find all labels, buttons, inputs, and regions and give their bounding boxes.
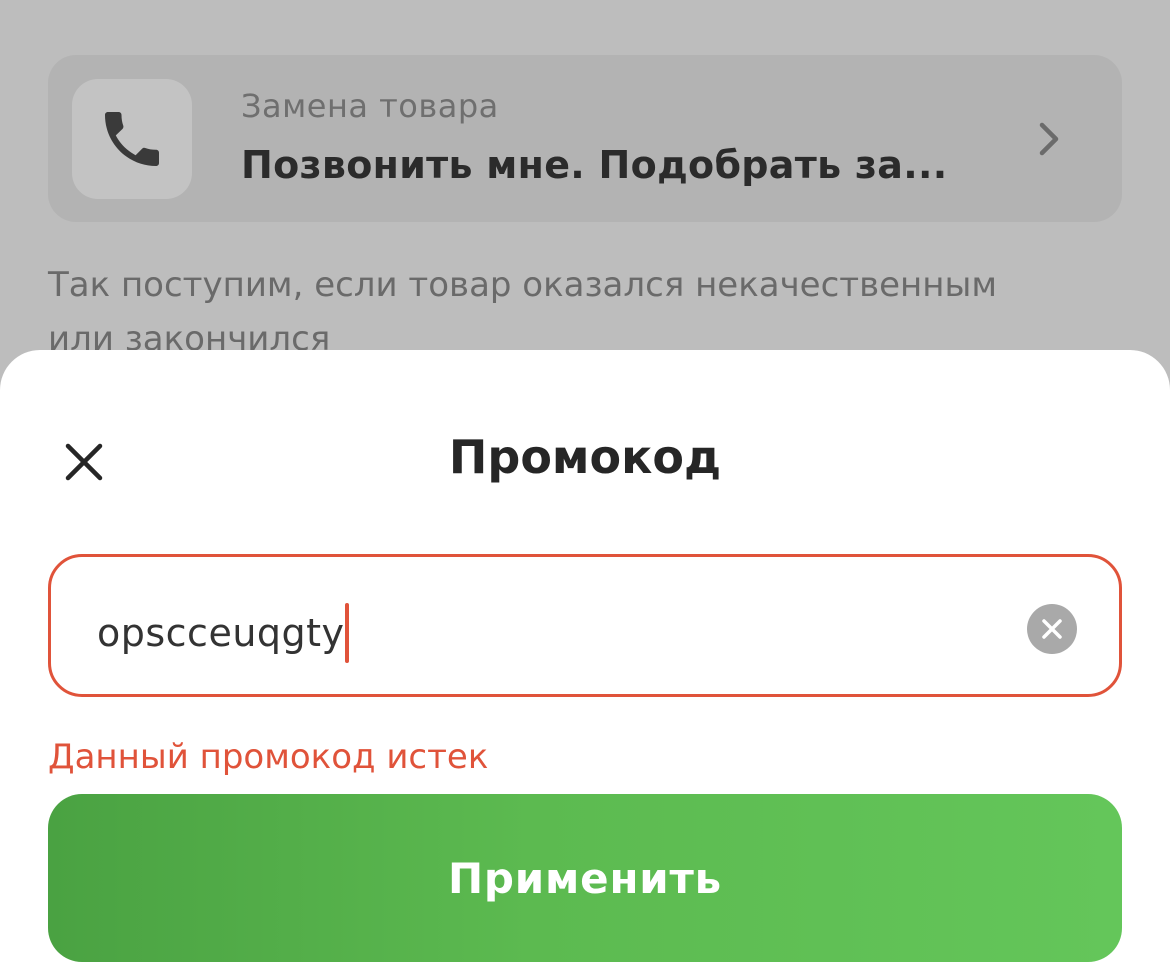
promo-error-message: Данный промокод истек <box>48 737 489 777</box>
replacement-title: Позвонить мне. Подобрать за... <box>241 143 948 187</box>
phone-icon <box>105 112 159 166</box>
clear-circle-icon <box>1042 619 1062 639</box>
apply-button-label: Применить <box>447 853 722 903</box>
clear-input-button[interactable] <box>1027 604 1077 654</box>
apply-button[interactable]: Применить <box>48 794 1122 962</box>
sheet-title: Промокод <box>448 430 722 484</box>
replacement-option-card[interactable]: Замена товара Позвонить мне. Подобрать з… <box>48 55 1122 222</box>
phone-icon-box <box>72 79 192 199</box>
promo-code-value-wrap[interactable]: opscceuqgty <box>97 603 349 663</box>
text-caret <box>344 603 349 663</box>
replacement-subtitle: Замена товара <box>241 87 499 125</box>
promo-code-value[interactable]: opscceuqgty <box>97 611 345 655</box>
promo-bottom-sheet: Промокод opscceuqgty Данный промокод ист… <box>0 350 1170 977</box>
screen: Замена товара Позвонить мне. Подобрать з… <box>0 0 1170 977</box>
promo-code-input[interactable]: opscceuqgty <box>48 554 1122 697</box>
chevron-right-icon <box>1039 122 1059 156</box>
